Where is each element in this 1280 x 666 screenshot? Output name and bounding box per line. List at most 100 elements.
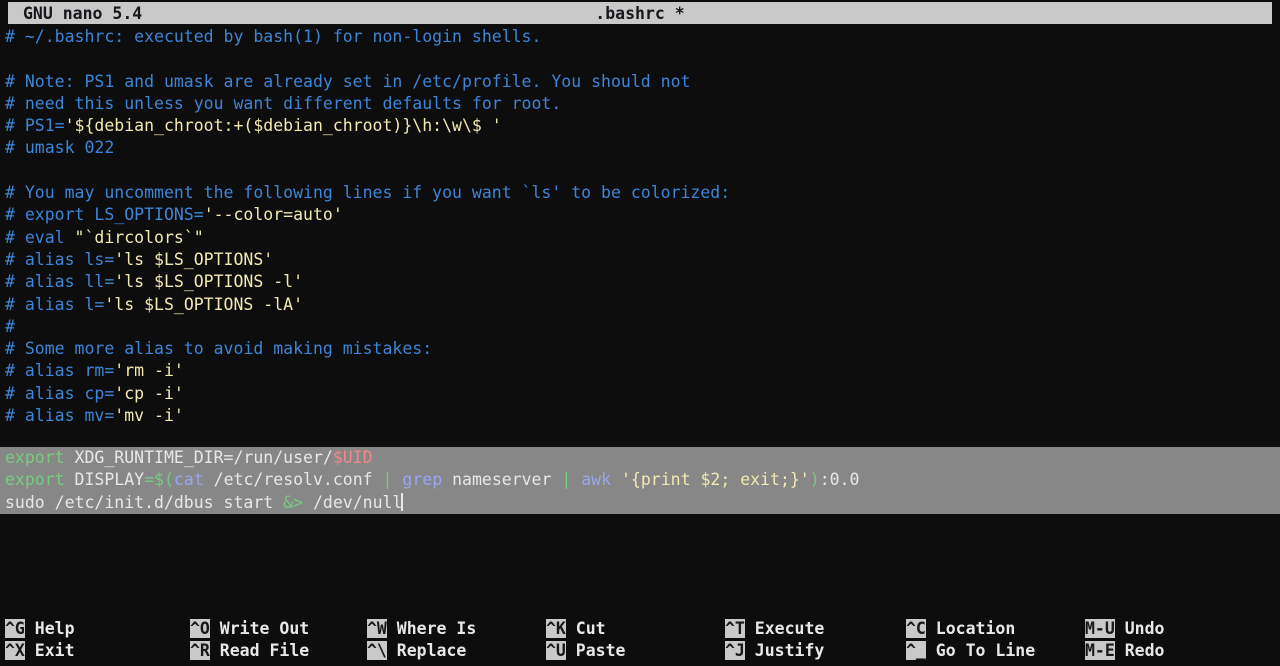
- shortcut-key: ^W: [367, 619, 387, 638]
- shortcut-label: Justify: [744, 641, 825, 661]
- shortcut-justify[interactable]: ^J Justify: [725, 640, 824, 662]
- comment-text: # Some more alias to avoid making mistak…: [5, 339, 433, 359]
- shortcut-label: Where Is: [386, 619, 477, 638]
- shortcut-cut[interactable]: ^K Cut: [546, 618, 606, 640]
- string-literal: 'ls $LS_OPTIONS -l': [114, 272, 304, 292]
- shortcut-label: Redo: [1114, 641, 1165, 661]
- shortcut-label: Location: [925, 619, 1016, 638]
- shortcut-label: Write Out: [209, 619, 310, 638]
- shortcut-paste[interactable]: ^U Paste: [546, 640, 625, 662]
- comment-text: # umask 022: [5, 138, 115, 158]
- string-literal: 'cp -i': [114, 383, 184, 403]
- text-cursor: [401, 492, 404, 511]
- shortcut-execute[interactable]: ^T Execute: [725, 618, 824, 640]
- code-token: sudo /etc/init.d/dbus start: [5, 492, 284, 512]
- comment-text: # eval: [5, 227, 75, 247]
- nano-editor-window: GNU nano 5.4 .bashrc * # ~/.bashrc: exec…: [0, 0, 1280, 666]
- editor-line: # PS1='${debian_chroot:+($debian_chroot)…: [0, 115, 1280, 137]
- code-token: export: [5, 470, 65, 490]
- code-token: /dev/null: [303, 492, 403, 512]
- code-token: $UID: [332, 448, 373, 467]
- code-token: /etc/resolv.conf: [203, 470, 383, 490]
- comment-text: # alias l=: [5, 294, 105, 314]
- shortcut-help-bar: ^G Help ^O Write Out ^W Where Is ^K Cut ^T E…: [0, 618, 1280, 666]
- code-token: '{print $2; exit;}': [621, 470, 810, 490]
- editor-line-selected: sudo /etc/init.d/dbus start &> /dev/null: [0, 492, 1280, 514]
- code-token: awk: [581, 470, 612, 490]
- shortcut-label: Execute: [744, 619, 825, 638]
- editor-line-selected: export XDG_RUNTIME_DIR=/run/user/$UID: [0, 447, 1280, 469]
- editor-line: #: [0, 316, 1280, 338]
- code-token: |: [561, 470, 572, 490]
- editor-line: # Note: PS1 and umask are already set in…: [0, 71, 1280, 93]
- code-token: export: [5, 448, 65, 467]
- editor-text-area[interactable]: # ~/.bashrc: executed by bash(1) for non…: [0, 26, 1280, 618]
- editor-line: # alias rm='rm -i': [0, 360, 1280, 382]
- editor-line-selected: export DISPLAY=$(cat /etc/resolv.conf | …: [0, 469, 1280, 491]
- comment-text: # You may uncomment the following lines …: [5, 183, 731, 203]
- code-token: :0.0: [819, 470, 860, 490]
- shortcut-label: Replace: [386, 641, 467, 661]
- comment-text: # need this unless you want different de…: [5, 93, 562, 113]
- shortcut-label: Paste: [565, 641, 626, 661]
- shortcut-label: Undo: [1114, 619, 1165, 638]
- shortcut-key: ^X: [5, 641, 25, 661]
- code-token: |: [382, 470, 393, 490]
- code-token: cat: [173, 470, 204, 490]
- comment-text: # alias ll=: [5, 272, 115, 292]
- editor-line: # alias ll='ls $LS_OPTIONS -l': [0, 271, 1280, 293]
- comment-text: #: [5, 316, 15, 336]
- shortcut-label: Exit: [24, 641, 75, 661]
- code-token: DISPLAY: [64, 470, 145, 490]
- editor-line: # umask 022: [0, 137, 1280, 159]
- string-literal: 'ls $LS_OPTIONS': [114, 249, 274, 269]
- shortcut-key: M-E: [1085, 641, 1115, 661]
- shortcut-read-file[interactable]: ^R Read File: [190, 640, 309, 662]
- code-token: ): [809, 470, 820, 490]
- string-literal: "`dircolors`": [74, 227, 204, 247]
- code-token: =$(: [144, 470, 174, 490]
- string-literal: 'rm -i': [114, 361, 184, 381]
- editor-line: # eval "`dircolors`": [0, 227, 1280, 249]
- code-token: nameserver: [442, 470, 562, 490]
- shortcut-row-bottom: ^X Exit ^R Read File ^\ Replace ^U Paste ^J …: [0, 640, 1280, 662]
- shortcut-key: ^K: [546, 619, 566, 638]
- shortcut-label: Read File: [209, 641, 310, 661]
- shortcut-key: ^R: [190, 641, 210, 661]
- editor-line: # alias ls='ls $LS_OPTIONS': [0, 249, 1280, 271]
- shortcut-key: M-U: [1085, 619, 1115, 638]
- shortcut-help[interactable]: ^G Help: [5, 618, 75, 640]
- shortcut-go-to-line[interactable]: ^_ Go To Line: [906, 640, 1035, 662]
- selected-lines: export XDG_RUNTIME_DIR=/run/user/$UID exp…: [0, 447, 1280, 514]
- shortcut-key: ^O: [190, 619, 210, 638]
- shortcut-exit[interactable]: ^X Exit: [5, 640, 75, 662]
- shortcut-redo[interactable]: M-E Redo: [1085, 640, 1164, 662]
- code-token: grep: [402, 470, 443, 490]
- comment-text: # export LS_OPTIONS=: [5, 205, 204, 225]
- shortcut-key: ^G: [5, 619, 25, 638]
- shortcut-label: Go To Line: [925, 641, 1036, 661]
- shortcut-key: ^T: [725, 619, 745, 638]
- shortcut-undo[interactable]: M-U Undo: [1085, 618, 1164, 640]
- shortcut-key: ^C: [906, 619, 926, 638]
- shortcut-label: Cut: [565, 619, 606, 638]
- shortcut-location[interactable]: ^C Location: [906, 618, 1015, 640]
- editor-line: # export LS_OPTIONS='--color=auto': [0, 204, 1280, 226]
- shortcut-write-out[interactable]: ^O Write Out: [190, 618, 309, 640]
- editor-line: # You may uncomment the following lines …: [0, 182, 1280, 204]
- shortcut-replace[interactable]: ^\ Replace: [367, 640, 466, 662]
- comment-text: # alias mv=: [5, 406, 115, 426]
- code-token: &>: [283, 492, 304, 512]
- string-literal: '--color=auto': [203, 205, 343, 225]
- editor-line: # need this unless you want different de…: [0, 93, 1280, 115]
- code-token: XDG_RUNTIME_DIR=/run/user/: [64, 448, 333, 467]
- shortcut-where-is[interactable]: ^W Where Is: [367, 618, 476, 640]
- shortcut-label: Help: [24, 619, 75, 638]
- titlebar: GNU nano 5.4 .bashrc *: [0, 0, 1280, 26]
- titlebar-band: GNU nano 5.4 .bashrc *: [8, 2, 1272, 24]
- string-literal: 'ls $LS_OPTIONS -lA': [104, 294, 304, 314]
